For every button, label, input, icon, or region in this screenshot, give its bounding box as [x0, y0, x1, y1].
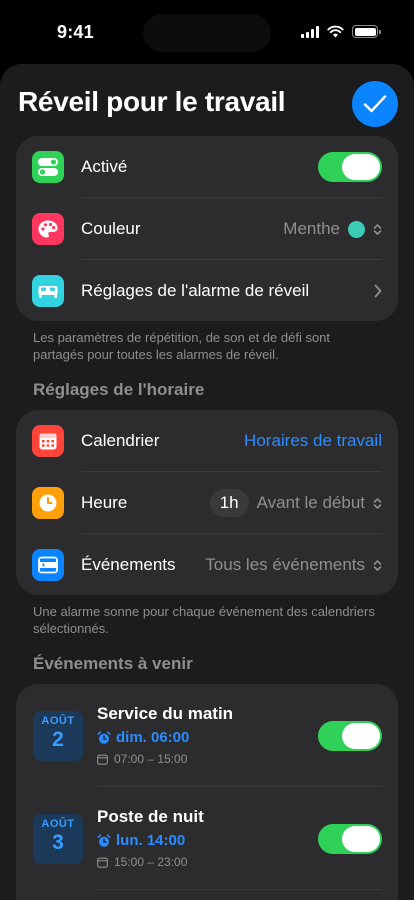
- event-title: Poste de nuit: [97, 807, 204, 826]
- calendar-small-icon: [97, 857, 108, 868]
- checkmark-icon: [363, 95, 387, 113]
- event-item[interactable]: AOÛT 2 Service du matin dim. 06:00 07:00…: [16, 684, 398, 787]
- toggle-icon: [32, 151, 64, 183]
- event-day: 2: [52, 728, 64, 751]
- chevron-up-down-icon: [373, 497, 382, 509]
- event-date-badge: AOÛT 2: [33, 711, 83, 761]
- color-label: Couleur: [81, 219, 141, 238]
- enabled-row[interactable]: Activé: [16, 136, 398, 198]
- chevron-right-icon: [374, 284, 382, 298]
- alarm-sheet: Réveil pour le travail Activé Couleur Me…: [0, 64, 414, 900]
- wifi-icon: [327, 25, 344, 38]
- color-value: Menthe: [283, 219, 340, 238]
- palette-icon: [32, 213, 64, 245]
- event-item[interactable]: AOÛT 3 Poste de nuit lun. 14:00 15:00 – …: [16, 787, 398, 890]
- time-row[interactable]: Heure 1h Avant le début: [16, 472, 398, 534]
- calendar-row[interactable]: Calendrier Horaires de travail: [16, 410, 398, 472]
- color-row[interactable]: Couleur Menthe: [16, 198, 398, 260]
- bed-icon: [32, 275, 64, 307]
- calendar-icon: [32, 425, 64, 457]
- event-alarm-time: dim. 06:00: [97, 729, 189, 746]
- events-label: Événements: [81, 555, 176, 574]
- battery-icon: [352, 25, 381, 38]
- schedule-section-title: Réglages de l'horaire: [33, 380, 205, 399]
- list-icon: [32, 549, 64, 581]
- events-value[interactable]: Tous les événements: [205, 555, 365, 575]
- event-time-range: 07:00 – 15:00: [97, 752, 187, 766]
- color-swatch: [348, 220, 365, 238]
- calendar-value[interactable]: Horaires de travail: [244, 431, 382, 451]
- schedule-footnote: Une alarme sonne pour chaque événement d…: [33, 604, 375, 636]
- event-month: AOÛT: [41, 818, 75, 830]
- chevron-up-down-icon: [373, 223, 382, 235]
- schedule-card: Calendrier Horaires de travail Heure 1h …: [16, 410, 398, 595]
- upcoming-section-title: Événements à venir: [33, 654, 193, 673]
- done-button[interactable]: [352, 81, 398, 127]
- upcoming-events-card: AOÛT 2 Service du matin dim. 06:00 07:00…: [16, 684, 398, 900]
- event-day: 3: [52, 831, 64, 854]
- time-label: Heure: [81, 493, 128, 512]
- header: Réveil pour le travail: [0, 64, 414, 144]
- status-bar: 9:41: [0, 0, 414, 64]
- wake-alarm-settings-label: Réglages de l'alarme de réveil: [81, 281, 310, 300]
- event-time-range: 15:00 – 23:00: [97, 855, 187, 869]
- offset-value[interactable]: Avant le début: [257, 493, 365, 513]
- event-date-badge: AOÛT 3: [33, 814, 83, 864]
- alarm-clock-icon: [97, 833, 111, 847]
- chevron-up-down-icon: [373, 559, 382, 571]
- event-toggle[interactable]: [318, 721, 382, 751]
- offset-pill[interactable]: 1h: [209, 489, 249, 517]
- dynamic-island: [143, 14, 271, 52]
- status-icons: [301, 25, 381, 38]
- alarm-clock-icon: [97, 730, 111, 744]
- general-settings-card: Activé Couleur Menthe Réglages de l'alar…: [16, 136, 398, 321]
- calendar-small-icon: [97, 754, 108, 765]
- status-time: 9:41: [57, 22, 94, 42]
- event-toggle[interactable]: [318, 824, 382, 854]
- wake-alarm-settings-row[interactable]: Réglages de l'alarme de réveil: [16, 260, 398, 321]
- event-month: AOÛT: [41, 715, 75, 727]
- event-alarm-time: lun. 14:00: [97, 832, 185, 849]
- page-title: Réveil pour le travail: [18, 86, 286, 117]
- event-title: Service du matin: [97, 704, 234, 723]
- cellular-signal-icon: [301, 25, 319, 38]
- general-footnote: Les paramètres de répétition, de son et …: [33, 330, 331, 362]
- enabled-toggle[interactable]: [318, 152, 382, 182]
- calendar-label: Calendrier: [81, 431, 160, 450]
- events-row[interactable]: Événements Tous les événements: [16, 534, 398, 595]
- clock-icon: [32, 487, 64, 519]
- enabled-label: Activé: [81, 157, 128, 176]
